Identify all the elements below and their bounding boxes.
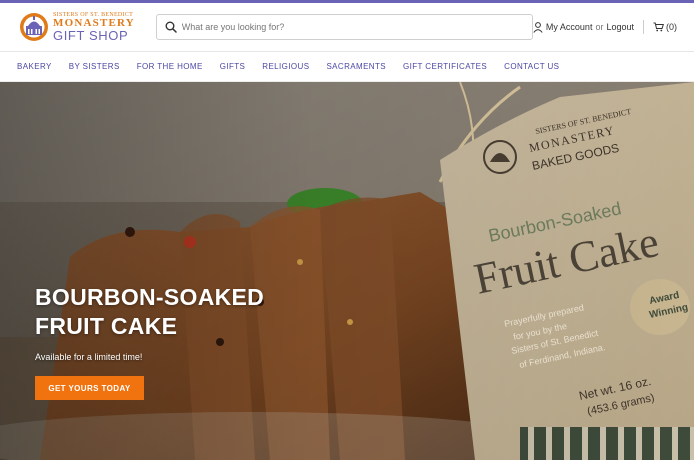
- site-header: SISTERS OF ST. BENEDICT MONASTERY GIFT S…: [0, 3, 694, 52]
- nav-item-gifts[interactable]: GIFTS: [220, 62, 246, 71]
- nav-item-religious[interactable]: RELIGIOUS: [262, 62, 309, 71]
- user-icon[interactable]: [533, 21, 543, 33]
- cart-icon[interactable]: [653, 22, 664, 32]
- cart-count[interactable]: (0): [666, 22, 677, 32]
- hero-subtitle: Available for a limited time!: [35, 352, 143, 362]
- monastery-seal-icon: [20, 13, 48, 41]
- hero-banner[interactable]: SISTERS OF ST. BENEDICT MONASTERY BAKED …: [0, 82, 694, 460]
- site-logo[interactable]: SISTERS OF ST. BENEDICT MONASTERY GIFT S…: [17, 11, 143, 43]
- search-bar[interactable]: [155, 14, 533, 40]
- hero-title: BOURBON-SOAKED FRUIT CAKE: [35, 284, 265, 339]
- nav-item-for-the-home[interactable]: FOR THE HOME: [137, 62, 203, 71]
- nav-item-bakery[interactable]: BAKERY: [17, 62, 52, 71]
- search-icon[interactable]: [165, 21, 177, 33]
- or-text: or: [595, 22, 604, 32]
- my-account-link[interactable]: My Account: [546, 22, 593, 32]
- logo-line-gift-shop: GIFT SHOP: [53, 28, 129, 43]
- main-nav: BAKERY BY SISTERS FOR THE HOME GIFTS REL…: [0, 52, 694, 82]
- get-yours-today-button[interactable]: GET YOURS TODAY: [35, 376, 144, 400]
- nav-item-by-sisters[interactable]: BY SISTERS: [69, 62, 120, 71]
- hero-photo: SISTERS OF ST. BENEDICT MONASTERY BAKED …: [0, 82, 694, 460]
- logout-link[interactable]: Logout: [606, 22, 634, 32]
- nav-item-contact-us[interactable]: CONTACT US: [504, 62, 559, 71]
- search-input[interactable]: [181, 22, 524, 32]
- account-area: My Account or Logout (0): [533, 20, 677, 34]
- nav-item-gift-certificates[interactable]: GIFT CERTIFICATES: [403, 62, 487, 71]
- nav-item-sacraments[interactable]: SACRAMENTS: [326, 62, 386, 71]
- header-divider: [643, 20, 644, 34]
